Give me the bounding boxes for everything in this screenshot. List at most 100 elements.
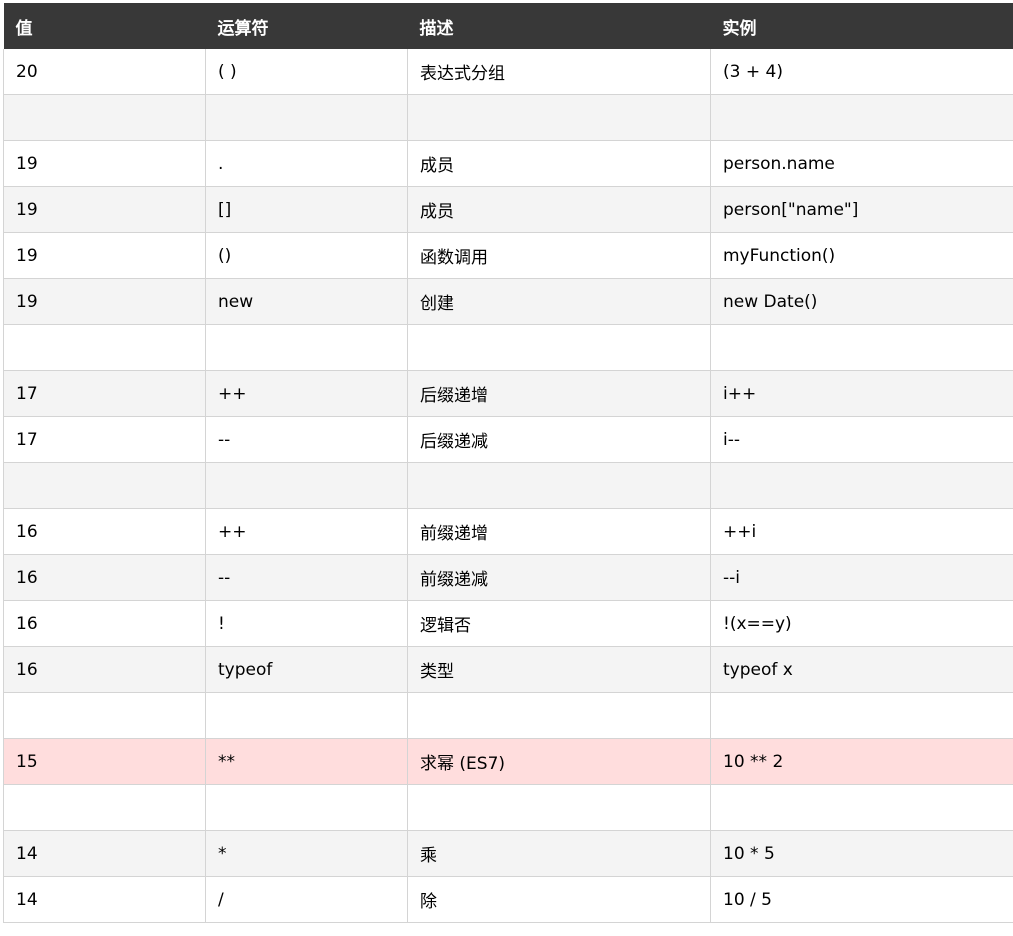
cell-operator: / <box>205 876 408 923</box>
cell-value: 16 <box>3 600 206 647</box>
cell-description: 前缀递增 <box>407 508 711 555</box>
cell-operator <box>205 462 408 509</box>
cell-example: (3 + 4) <box>710 49 1013 95</box>
operator-precedence-table-container: 值 运算符 描述 实例 20( ) 表达式分组 (3 + 4) 19. 成员 person… <box>3 3 1013 936</box>
cell-description: 后缀递减 <box>407 416 711 463</box>
cell-description: 逻辑否 <box>407 600 711 647</box>
cell-operator: -- <box>205 416 408 463</box>
cell-value: 19 <box>3 140 206 187</box>
cell-operator: typeof <box>205 646 408 693</box>
table-row: 15 ** 求幂 (ES7) 10 ** 2 <box>3 738 1013 785</box>
cell-operator: [] <box>205 186 408 233</box>
cell-example <box>710 692 1013 739</box>
cell-description: 成员 <box>407 186 711 233</box>
table-row: 20( ) 表达式分组 (3 + 4) <box>3 49 1013 95</box>
cell-value: 17 <box>3 416 206 463</box>
table-row: 19. 成员 person.name <box>3 140 1013 187</box>
table-row <box>3 784 1013 831</box>
table-row: 16 typeof 类型 typeof x <box>3 646 1013 693</box>
cell-value: 19 <box>3 186 206 233</box>
cell-operator: -- <box>205 554 408 601</box>
cell-example: ++i <box>710 508 1013 555</box>
header-operator: 运算符 <box>205 3 408 49</box>
cell-value <box>3 784 206 831</box>
cell-value: 16 <box>3 646 206 693</box>
table-row: 16! 逻辑否 !(x==y) <box>3 600 1013 647</box>
header-description: 描述 <box>407 3 711 49</box>
cell-description: 表达式分组 <box>407 49 711 95</box>
cell-example: --i <box>710 554 1013 601</box>
cell-operator: ( ) <box>205 49 408 95</box>
cell-value: 14 <box>3 876 206 923</box>
cell-description <box>407 324 711 371</box>
table-row: 17 -- 后缀递减 i-- <box>3 416 1013 463</box>
cell-description: 成员 <box>407 140 711 187</box>
cell-value: 16 <box>3 554 206 601</box>
cell-operator: ** <box>205 738 408 785</box>
operator-precedence-table: 值 运算符 描述 实例 20( ) 表达式分组 (3 + 4) 19. 成员 person… <box>3 3 1013 923</box>
cell-example: 10 / 5 <box>710 876 1013 923</box>
table-row: 16 ++ 前缀递增 ++i <box>3 508 1013 555</box>
table-header: 值 运算符 描述 实例 <box>3 3 1013 49</box>
cell-value: 19 <box>3 278 206 325</box>
cell-value: 19 <box>3 232 206 279</box>
cell-value <box>3 462 206 509</box>
cell-value: 20 <box>3 49 206 95</box>
cell-operator: ++ <box>205 508 408 555</box>
cell-description: 后缀递增 <box>407 370 711 417</box>
cell-example: person.name <box>710 140 1013 187</box>
cell-operator <box>205 94 408 141</box>
cell-description: 创建 <box>407 278 711 325</box>
table-row: 19[] 成员 person["name"] <box>3 186 1013 233</box>
table-body: 20( ) 表达式分组 (3 + 4) 19. 成员 person.name 19[] 成员 p… <box>3 49 1013 923</box>
cell-value: 14 <box>3 830 206 877</box>
cell-operator: () <box>205 232 408 279</box>
header-value: 值 <box>3 3 206 49</box>
cell-value <box>3 94 206 141</box>
cell-description <box>407 94 711 141</box>
header-example: 实例 <box>710 3 1013 49</box>
table-row <box>3 692 1013 739</box>
table-row <box>3 324 1013 371</box>
cell-example: new Date() <box>710 278 1013 325</box>
cell-description: 除 <box>407 876 711 923</box>
cell-example <box>710 94 1013 141</box>
cell-description: 类型 <box>407 646 711 693</box>
cell-example: !(x==y) <box>710 600 1013 647</box>
table-row: 14 * 乘 10 * 5 <box>3 830 1013 877</box>
cell-example: person["name"] <box>710 186 1013 233</box>
cell-example: 10 * 5 <box>710 830 1013 877</box>
cell-example: 10 ** 2 <box>710 738 1013 785</box>
cell-example <box>710 784 1013 831</box>
cell-example: myFunction() <box>710 232 1013 279</box>
cell-value <box>3 324 206 371</box>
table-row: 19 new 创建 new Date() <box>3 278 1013 325</box>
cell-description: 函数调用 <box>407 232 711 279</box>
cell-operator: . <box>205 140 408 187</box>
cell-value: 16 <box>3 508 206 555</box>
cell-operator <box>205 324 408 371</box>
table-row <box>3 94 1013 141</box>
cell-example: typeof x <box>710 646 1013 693</box>
cell-description <box>407 692 711 739</box>
cell-description <box>407 784 711 831</box>
table-row: 16 -- 前缀递减 --i <box>3 554 1013 601</box>
cell-operator: new <box>205 278 408 325</box>
cell-description <box>407 462 711 509</box>
header-row: 值 运算符 描述 实例 <box>3 3 1013 49</box>
cell-operator: ++ <box>205 370 408 417</box>
cell-example: i++ <box>710 370 1013 417</box>
cell-value: 17 <box>3 370 206 417</box>
cell-operator <box>205 784 408 831</box>
table-row: 19() 函数调用 myFunction() <box>3 232 1013 279</box>
cell-description: 前缀递减 <box>407 554 711 601</box>
cell-operator <box>205 692 408 739</box>
cell-value <box>3 692 206 739</box>
cell-example: i-- <box>710 416 1013 463</box>
cell-description: 乘 <box>407 830 711 877</box>
cell-example <box>710 462 1013 509</box>
cell-operator: ! <box>205 600 408 647</box>
cell-operator: * <box>205 830 408 877</box>
table-row: 17 ++ 后缀递增 i++ <box>3 370 1013 417</box>
cell-value: 15 <box>3 738 206 785</box>
